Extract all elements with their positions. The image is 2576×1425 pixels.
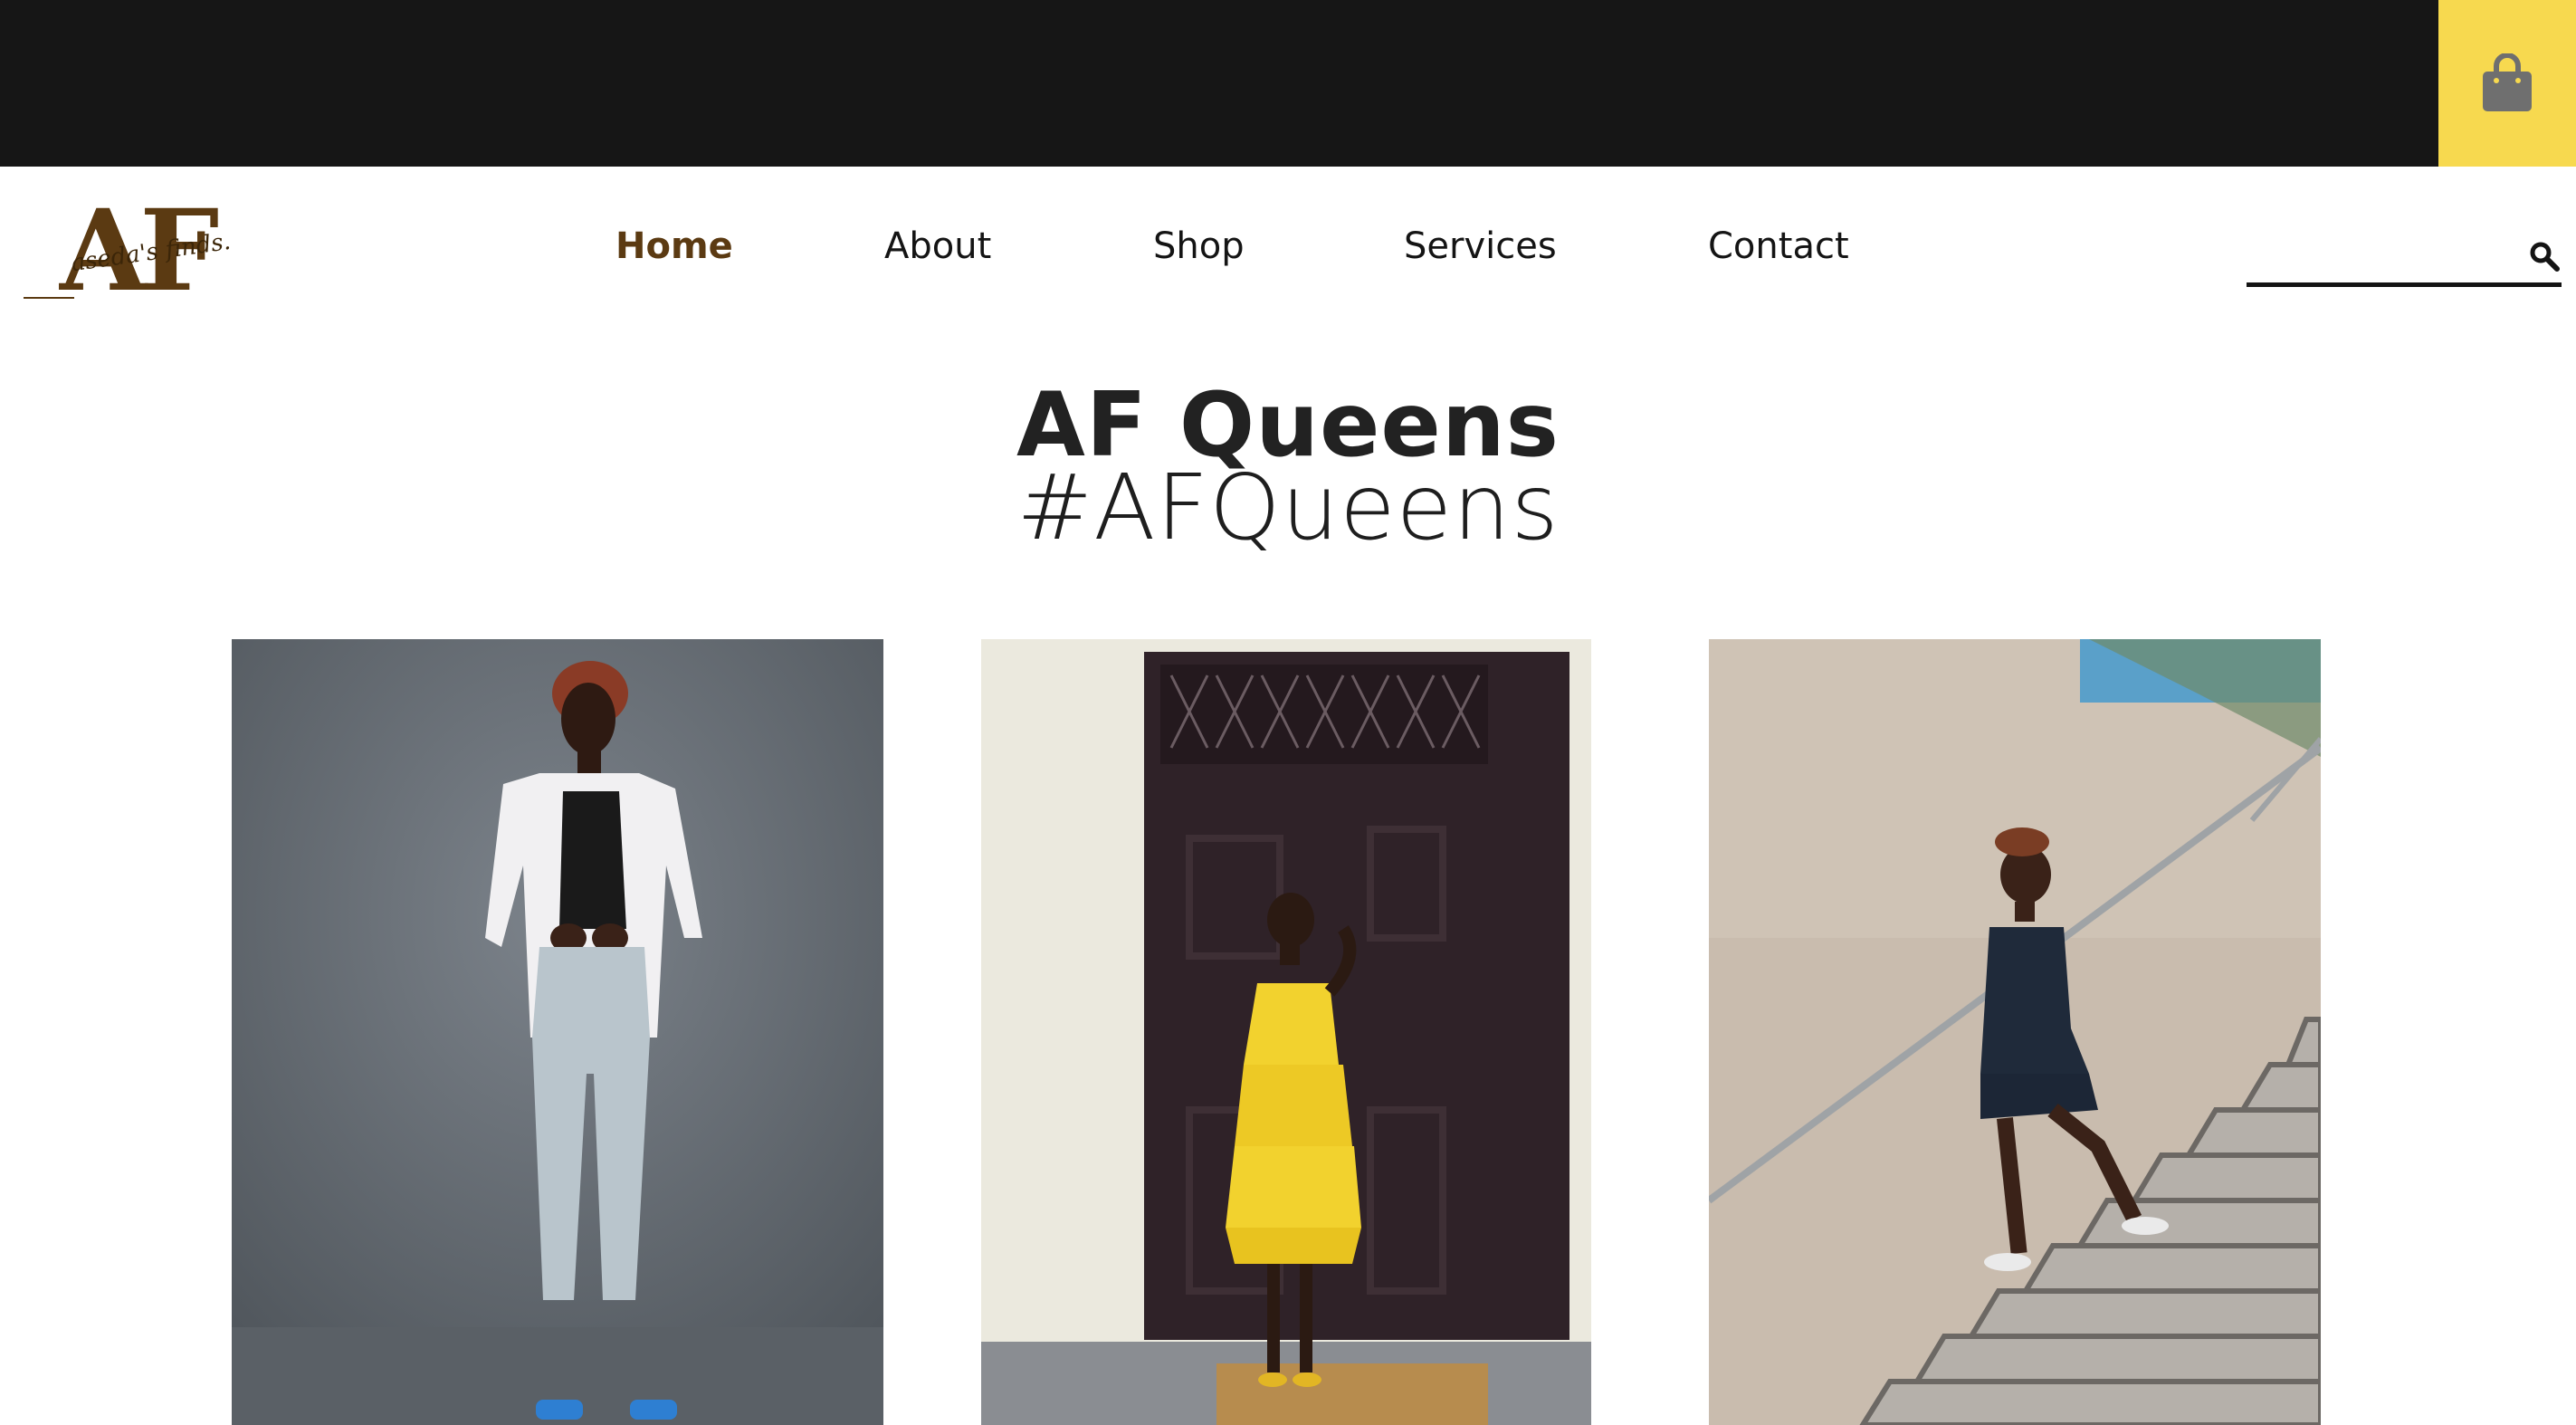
cart-button[interactable] <box>2438 0 2576 167</box>
logo-underline <box>24 297 74 299</box>
model-navy-romper-stairs-photo <box>1709 639 2321 1425</box>
nav-contact[interactable]: Contact <box>1708 225 1849 268</box>
nav-home[interactable]: Home <box>615 225 733 268</box>
gallery-photo-1[interactable] <box>232 639 883 1425</box>
nav-services[interactable]: Services <box>1404 225 1557 268</box>
search-input[interactable] <box>2247 232 2518 279</box>
model-yellow-dress-door-photo <box>981 639 1591 1425</box>
nav-about[interactable]: About <box>884 225 991 268</box>
shopping-bag-icon <box>2483 53 2532 111</box>
model-white-shirt-jeans-photo <box>232 639 883 1425</box>
brand-logo[interactable]: AF aseda's finds. <box>24 196 233 313</box>
gallery-photo-2[interactable] <box>981 639 1591 1425</box>
top-bar <box>0 0 2576 167</box>
nav-shop[interactable]: Shop <box>1153 225 1245 268</box>
search-box <box>2247 232 2562 287</box>
search-icon[interactable] <box>2529 241 2560 272</box>
gallery-photo-3[interactable] <box>1709 639 2321 1425</box>
page-subtitle: #AFQueens <box>1016 454 1560 560</box>
main-navbar: AF aseda's finds. Home About Shop Servic… <box>0 167 2576 339</box>
